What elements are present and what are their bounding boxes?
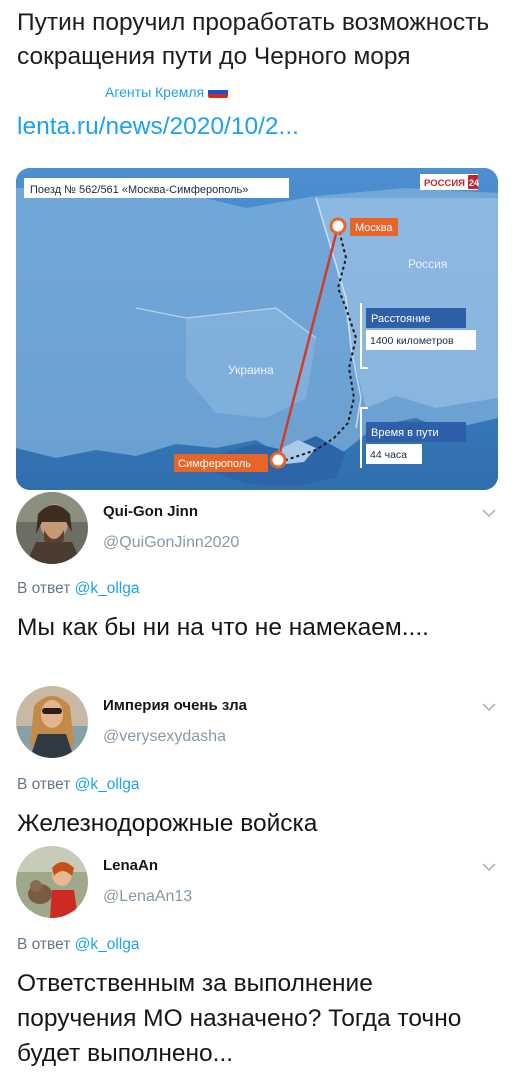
author-handle[interactable]: @verysexydasha bbox=[103, 728, 226, 746]
tweet-text: Железнодорожные войска bbox=[17, 810, 318, 837]
channel-logo: РОССИЯ bbox=[424, 178, 465, 189]
source-label[interactable]: Агенты Кремля bbox=[105, 84, 229, 100]
reply-prefix: В ответ bbox=[17, 936, 71, 953]
avatar[interactable] bbox=[16, 686, 88, 758]
channel-number: 24 bbox=[469, 178, 479, 188]
chevron-down-icon[interactable] bbox=[482, 702, 496, 712]
distance-value: 1400 километров bbox=[370, 335, 454, 347]
country-label-russia: Россия bbox=[408, 257, 447, 271]
post-headline: Путин поручил проработать возможность со… bbox=[17, 6, 507, 143]
tweet-text: Мы как бы ни на что не намекаем.... bbox=[17, 614, 429, 641]
avatar[interactable] bbox=[16, 492, 88, 564]
reply-context: В ответ @k_ollga bbox=[17, 580, 139, 598]
distance-label: Расстояние bbox=[371, 313, 430, 325]
reply-mention[interactable]: @k_ollga bbox=[75, 776, 140, 793]
country-label-ukraine: Украина bbox=[228, 363, 274, 377]
reply-mention[interactable]: @k_ollga bbox=[75, 936, 140, 953]
author-handle[interactable]: @LenaAn13 bbox=[103, 888, 192, 906]
time-label: Время в пути bbox=[371, 427, 439, 439]
time-value: 44 часа bbox=[370, 449, 407, 461]
news-map-image[interactable]: Поезд № 562/561 «Москва-Симферополь» РОС… bbox=[16, 168, 498, 490]
reply-prefix: В ответ bbox=[17, 776, 71, 793]
city-label-simferopol: Симферополь bbox=[178, 458, 251, 470]
reply-mention[interactable]: @k_ollga bbox=[75, 580, 140, 597]
chevron-down-icon[interactable] bbox=[482, 862, 496, 872]
tweet-text: Ответственным за выполнение поручения МО… bbox=[17, 970, 462, 1067]
reply-context: В ответ @k_ollga bbox=[17, 776, 139, 794]
city-label-moscow: Москва bbox=[355, 222, 393, 234]
chevron-down-icon[interactable] bbox=[482, 508, 496, 518]
russia-flag-icon bbox=[208, 86, 229, 98]
author-name[interactable]: Империя очень зла bbox=[103, 697, 247, 714]
headline-text: Путин поручил проработать возможность со… bbox=[17, 9, 490, 70]
source-name[interactable]: Агенты Кремля bbox=[105, 84, 204, 100]
author-name[interactable]: LenaAn bbox=[103, 857, 158, 874]
map-title: Поезд № 562/561 «Москва-Симферополь» bbox=[30, 184, 248, 196]
reply-context: В ответ @k_ollga bbox=[17, 936, 139, 954]
avatar[interactable] bbox=[16, 846, 88, 918]
reply-prefix: В ответ bbox=[17, 580, 71, 597]
article-link[interactable]: lenta.ru/news/2020/10/2... bbox=[17, 110, 507, 144]
author-name[interactable]: Qui-Gon Jinn bbox=[103, 503, 198, 520]
author-handle[interactable]: @QuiGonJinn2020 bbox=[103, 534, 239, 552]
